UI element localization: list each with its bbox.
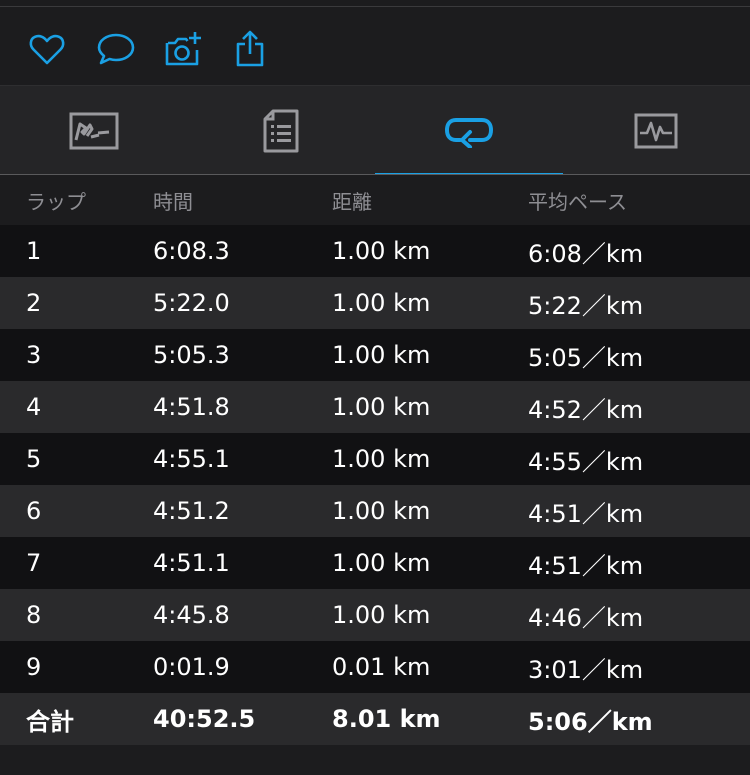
lap-pace: 5:22／km xyxy=(528,291,644,320)
lap-time: 4:45.8 xyxy=(153,601,230,629)
lap-number: 4 xyxy=(26,393,42,421)
document-icon xyxy=(263,109,299,153)
action-toolbar xyxy=(0,7,750,85)
total-row: 合計 40:52.5 8.01 km 5:06／km xyxy=(0,693,750,745)
lap-number: 3 xyxy=(26,341,42,369)
comment-button[interactable] xyxy=(96,29,136,69)
lap-time: 4:51.1 xyxy=(153,549,230,577)
total-pace: 5:06／km xyxy=(528,707,653,736)
lap-number: 1 xyxy=(26,237,42,265)
table-row[interactable]: 5 4:55.1 1.00 km 4:55／km xyxy=(0,433,750,485)
lap-distance: 1.00 km xyxy=(332,393,431,421)
lap-distance: 1.00 km xyxy=(332,289,431,317)
tab-map[interactable] xyxy=(0,86,188,176)
share-icon xyxy=(236,30,264,67)
lap-time: 5:05.3 xyxy=(153,341,230,369)
view-tabs xyxy=(0,85,750,176)
lap-pace: 4:51／km xyxy=(528,551,644,580)
lap-pace: 4:46／km xyxy=(528,603,644,632)
lap-pace: 4:52／km xyxy=(528,395,644,424)
lap-time: 5:22.0 xyxy=(153,289,230,317)
like-button[interactable] xyxy=(27,29,67,69)
table-header: ラップ 時間 距離 平均ペース xyxy=(0,175,750,225)
lap-number: 6 xyxy=(26,497,42,525)
lap-time: 0:01.9 xyxy=(153,653,230,681)
header-lap: ラップ xyxy=(26,189,86,214)
lap-distance: 1.00 km xyxy=(332,549,431,577)
header-avg-pace: 平均ペース xyxy=(528,189,627,214)
total-time: 40:52.5 xyxy=(153,705,256,733)
lap-distance: 1.00 km xyxy=(332,497,431,525)
lap-distance: 1.00 km xyxy=(332,601,431,629)
table-row[interactable]: 3 5:05.3 1.00 km 5:05／km xyxy=(0,329,750,381)
header-time: 時間 xyxy=(153,189,193,214)
share-button[interactable] xyxy=(230,29,270,69)
lap-pace: 4:55／km xyxy=(528,447,644,476)
table-row[interactable]: 2 5:22.0 1.00 km 5:22／km xyxy=(0,277,750,329)
table-row[interactable]: 1 6:08.3 1.00 km 6:08／km xyxy=(0,225,750,277)
lap-distance: 0.01 km xyxy=(332,653,431,681)
add-photo-icon xyxy=(165,32,201,66)
table-row[interactable]: 9 0:01.9 0.01 km 3:01／km xyxy=(0,641,750,693)
lap-number: 5 xyxy=(26,445,42,473)
comment-icon xyxy=(97,33,135,65)
lap-time: 6:08.3 xyxy=(153,237,230,265)
lap-time: 4:51.8 xyxy=(153,393,230,421)
lap-pace: 4:51／km xyxy=(528,499,644,528)
map-icon xyxy=(69,112,119,150)
lap-distance: 1.00 km xyxy=(332,237,431,265)
tab-laps[interactable] xyxy=(375,86,563,176)
lap-number: 7 xyxy=(26,549,42,577)
add-photo-button[interactable] xyxy=(163,29,203,69)
chart-icon xyxy=(634,113,678,149)
tab-details[interactable] xyxy=(188,86,376,176)
laps-icon xyxy=(444,118,493,148)
total-distance: 8.01 km xyxy=(332,705,441,733)
lap-pace: 5:05／km xyxy=(528,343,644,372)
table-row[interactable]: 7 4:51.1 1.00 km 4:51／km xyxy=(0,537,750,589)
lap-time: 4:51.2 xyxy=(153,497,230,525)
table-row[interactable]: 8 4:45.8 1.00 km 4:46／km xyxy=(0,589,750,641)
header-distance: 距離 xyxy=(332,189,372,214)
lap-time: 4:55.1 xyxy=(153,445,230,473)
laps-table: ラップ 時間 距離 平均ペース 1 6:08.3 1.00 km 6:08／km… xyxy=(0,175,750,745)
heart-icon xyxy=(29,34,65,65)
lap-pace: 6:08／km xyxy=(528,239,644,268)
table-row[interactable]: 6 4:51.2 1.00 km 4:51／km xyxy=(0,485,750,537)
lap-number: 9 xyxy=(26,653,42,681)
lap-distance: 1.00 km xyxy=(332,341,431,369)
total-label: 合計 xyxy=(26,707,74,736)
lap-pace: 3:01／km xyxy=(528,655,644,684)
tab-charts[interactable] xyxy=(563,86,750,176)
lap-number: 8 xyxy=(26,601,42,629)
lap-number: 2 xyxy=(26,289,42,317)
table-row[interactable]: 4 4:51.8 1.00 km 4:52／km xyxy=(0,381,750,433)
lap-distance: 1.00 km xyxy=(332,445,431,473)
